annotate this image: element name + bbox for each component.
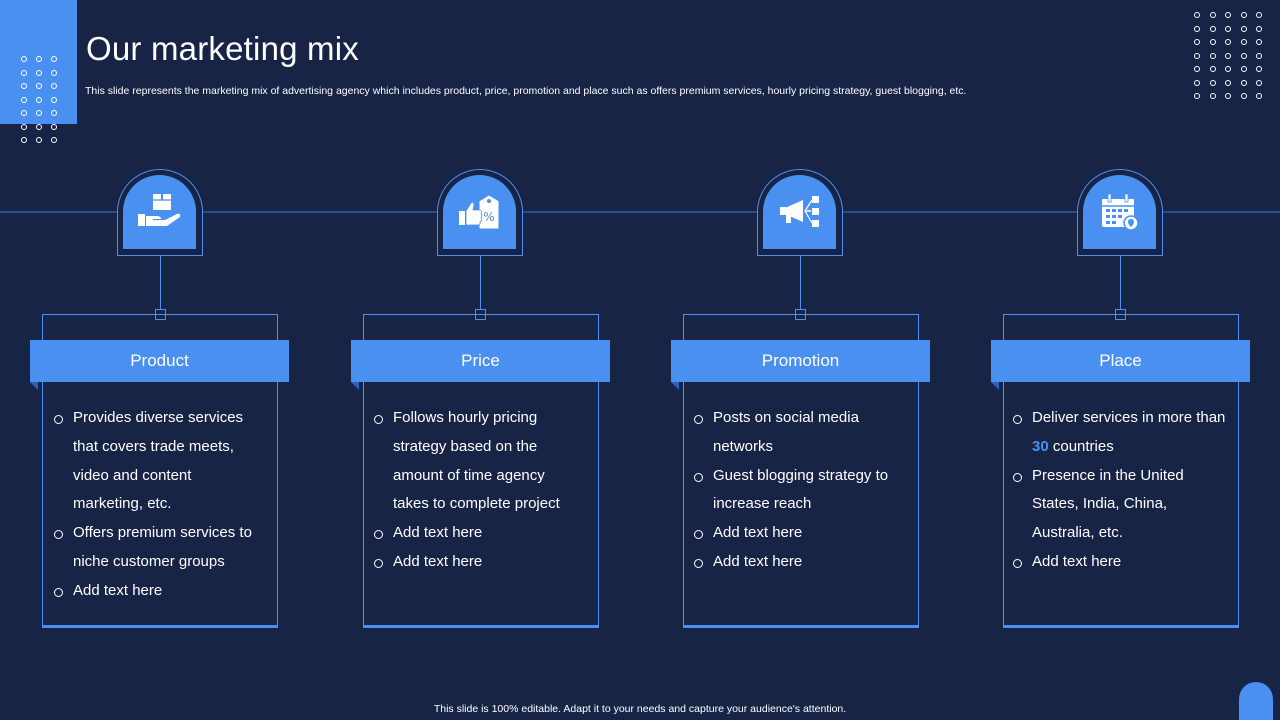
list-item: Guest blogging strategy to increase reac…	[693, 462, 893, 520]
product-list: Provides diverse services that covers tr…	[53, 404, 263, 606]
slide-title: Our marketing mix	[86, 30, 359, 67]
promotion-list: Posts on social media networks Guest blo…	[693, 404, 893, 577]
list-item: Add text here	[1012, 548, 1230, 577]
list-item: Offers premium services to niche custome…	[53, 519, 263, 577]
list-item: Presence in the United States, India, Ch…	[1012, 462, 1230, 548]
promotion-icon-badge	[757, 169, 843, 256]
product-header: Product	[30, 340, 289, 390]
dot-pattern-right	[1194, 12, 1262, 99]
list-item: Posts on social media networks	[693, 404, 893, 462]
product-icon-badge	[117, 169, 203, 256]
megaphone-icon	[779, 196, 819, 227]
product-connector-line	[160, 256, 161, 310]
place-connector-line	[1120, 256, 1121, 310]
list-item: Add text here	[373, 548, 573, 577]
list-item: Follows hourly pricing strategy based on…	[373, 404, 573, 519]
corner-accent-pill	[1239, 682, 1273, 720]
country-count: 30	[1032, 437, 1049, 455]
list-item: Add text here	[53, 577, 263, 606]
place-icon-badge	[1077, 169, 1163, 256]
calendar-location-icon	[1101, 193, 1139, 231]
promotion-header: Promotion	[671, 340, 930, 390]
svg-text:%: %	[483, 210, 494, 224]
dot-pattern-left	[21, 56, 57, 143]
place-header: Place	[991, 340, 1250, 390]
price-header: Price	[351, 340, 610, 390]
place-list: Deliver services in more than 30 countri…	[1012, 404, 1230, 577]
price-connector-line	[480, 256, 481, 310]
slide-subtitle: This slide represents the marketing mix …	[85, 85, 967, 97]
list-item: Deliver services in more than 30 countri…	[1012, 404, 1230, 462]
list-item: Provides diverse services that covers tr…	[53, 404, 263, 519]
list-item: Add text here	[693, 548, 893, 577]
promotion-connector-line	[800, 256, 801, 310]
hand-price-tag-icon: %	[458, 194, 499, 230]
footer-note: This slide is 100% editable. Adapt it to…	[433, 703, 847, 715]
price-icon-badge: %	[437, 169, 523, 256]
list-item: Add text here	[373, 519, 573, 548]
list-item: Add text here	[693, 519, 893, 548]
price-list: Follows hourly pricing strategy based on…	[373, 404, 573, 577]
hand-box-icon	[137, 194, 180, 226]
